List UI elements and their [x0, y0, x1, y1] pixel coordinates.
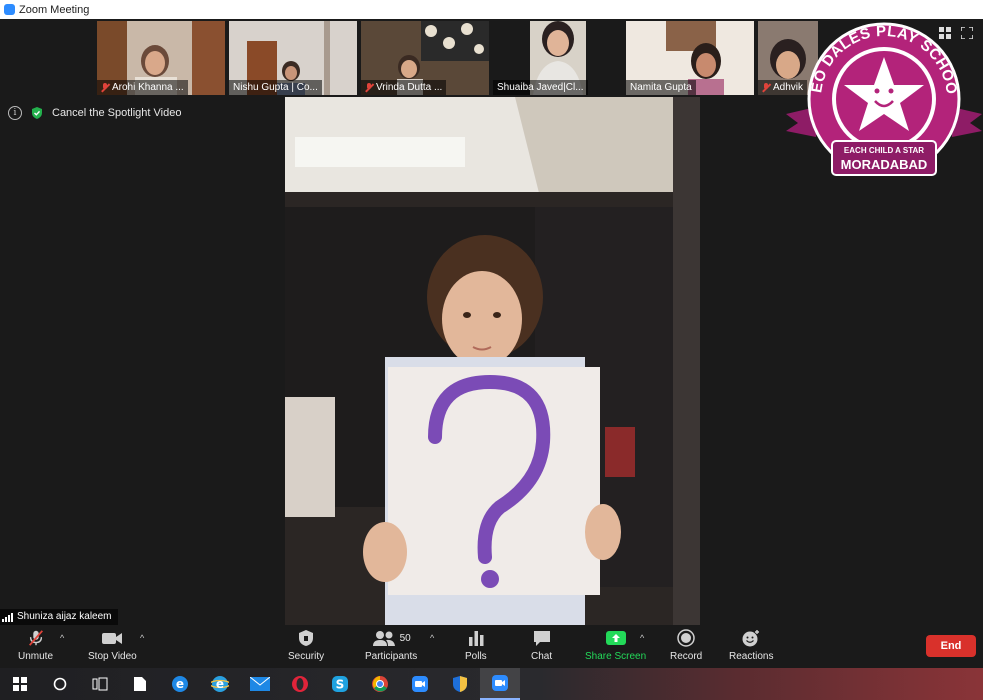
ie-icon[interactable]: e — [200, 668, 240, 700]
edge-legacy-icon[interactable]: e — [160, 668, 200, 700]
security-button[interactable]: Security — [288, 629, 324, 662]
reactions-button[interactable]: Reactions — [729, 629, 773, 662]
polls-bar-chart-icon — [468, 631, 484, 646]
file-icon[interactable] — [120, 668, 160, 700]
svg-text:S: S — [336, 678, 345, 692]
participant-tile-4[interactable]: Shuaiba Javed|Cl... — [493, 21, 620, 95]
chrome-icon[interactable] — [360, 668, 400, 700]
meeting-toolbar: Unmute ^ Stop Video ^ Security 50 Partic… — [0, 625, 983, 668]
participant-name-3: Vrinda Dutta ... — [361, 80, 447, 95]
logo-city: MORADABAD — [841, 157, 928, 172]
muted-mic-icon — [101, 83, 109, 92]
reactions-label: Reactions — [729, 651, 774, 662]
record-icon — [677, 629, 695, 647]
participants-button[interactable]: 50 Participants — [365, 629, 417, 662]
participant-tile-5[interactable]: Namita Gupta — [626, 21, 754, 95]
participant-name-2: Nishu Gupta | Co... — [229, 80, 322, 95]
muted-mic-icon — [762, 83, 770, 92]
svg-text:e: e — [216, 677, 224, 691]
spotlight-video-frame — [285, 97, 700, 625]
participants-options-caret[interactable]: ^ — [430, 633, 434, 643]
polls-label: Polls — [465, 651, 487, 662]
security-shield-icon[interactable] — [30, 106, 44, 120]
chat-bubble-icon — [533, 631, 550, 646]
school-logo: NEO DALES PLAY SCHOOL EACH CHILD A STAR … — [786, 19, 982, 176]
record-button[interactable]: Record — [670, 629, 702, 662]
end-meeting-button[interactable]: End — [926, 635, 976, 657]
stop-video-button[interactable]: Stop Video — [88, 629, 137, 662]
share-screen-arrow-icon — [605, 631, 626, 645]
participants-count: 50 — [399, 632, 411, 644]
participant-name-1: Arohi Khanna ... — [97, 80, 188, 95]
audio-options-caret[interactable]: ^ — [60, 633, 64, 643]
window-title: Zoom Meeting — [19, 3, 90, 16]
chat-button[interactable]: Chat — [531, 629, 552, 662]
share-screen-label: Share Screen — [585, 651, 647, 662]
active-speaker-tag: Shuniza aijaz kaleem — [0, 609, 118, 625]
spotlight-video — [285, 97, 700, 625]
record-label: Record — [670, 651, 703, 662]
cancel-spotlight-button[interactable]: Cancel the Spotlight Video — [52, 107, 181, 119]
spotlight-bar: i Cancel the Spotlight Video — [8, 106, 181, 120]
video-camera-icon — [102, 633, 123, 644]
zoom-icon[interactable] — [400, 668, 440, 700]
polls-button[interactable]: Polls — [465, 629, 487, 662]
active-speaker-name: Shuniza aijaz kaleem — [17, 611, 112, 622]
mail-icon[interactable] — [240, 668, 280, 700]
meeting-stage: Arohi Khanna ... Nishu Gupta | Co... Vri… — [0, 19, 983, 625]
windows-start-icon[interactable] — [0, 668, 40, 700]
participant-name-4: Shuaiba Javed|Cl... — [493, 80, 588, 95]
svg-text:e: e — [176, 677, 184, 691]
participant-tile-3[interactable]: Vrinda Dutta ... — [361, 21, 489, 95]
unmute-button[interactable]: Unmute — [18, 629, 53, 662]
logo-tagline: EACH CHILD A STAR — [844, 146, 924, 155]
chat-label: Chat — [531, 651, 553, 662]
stop-video-label: Stop Video — [88, 651, 137, 662]
window-titlebar: Zoom Meeting — [0, 0, 983, 19]
security-label: Security — [288, 651, 325, 662]
participants-label: Participants — [365, 651, 418, 662]
participants-icon — [372, 631, 395, 646]
skype-icon[interactable]: S — [320, 668, 360, 700]
zoom-active-icon[interactable] — [480, 668, 520, 700]
search-circle-icon[interactable] — [40, 668, 80, 700]
participant-tile-2[interactable]: Nishu Gupta | Co... — [229, 21, 357, 95]
muted-microphone-icon — [28, 630, 43, 646]
windows-taskbar: e e S — [0, 668, 983, 700]
share-screen-button[interactable]: Share Screen — [585, 629, 646, 662]
shield-app-icon[interactable] — [440, 668, 480, 700]
security-shield-toolbar-icon — [299, 630, 314, 646]
video-options-caret[interactable]: ^ — [140, 633, 144, 643]
share-options-caret[interactable]: ^ — [640, 633, 644, 643]
reactions-smiley-icon — [742, 630, 760, 647]
muted-mic-icon — [365, 83, 373, 92]
task-view-icon[interactable] — [80, 668, 120, 700]
participant-tile-1[interactable]: Arohi Khanna ... — [97, 21, 225, 95]
unmute-label: Unmute — [18, 651, 54, 662]
info-icon[interactable]: i — [8, 106, 22, 120]
opera-icon[interactable] — [280, 668, 320, 700]
signal-strength-icon — [2, 612, 13, 622]
zoom-app-icon — [4, 4, 15, 15]
participant-name-5: Namita Gupta — [626, 80, 696, 95]
